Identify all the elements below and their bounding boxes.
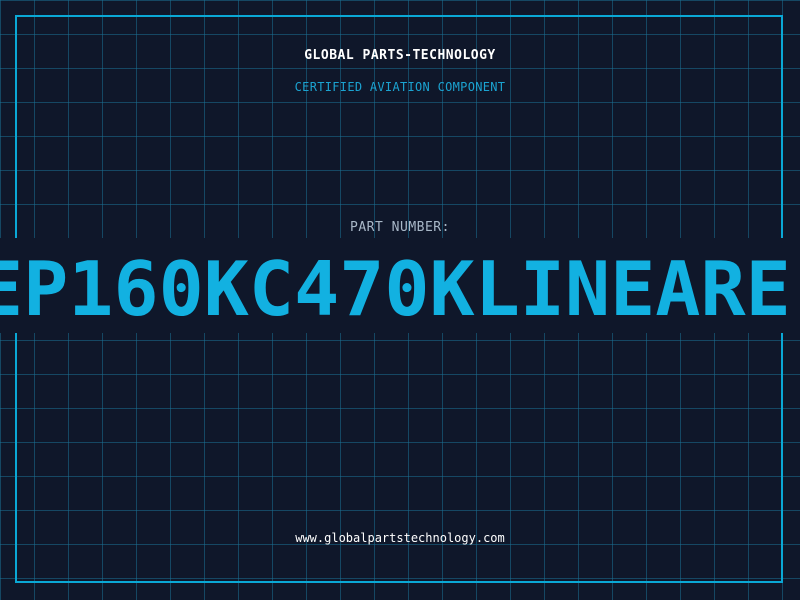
part-number-band: EP160KC470KLINEARE bbox=[0, 238, 800, 333]
company-name: GLOBAL PARTS-TECHNOLOGY bbox=[304, 48, 496, 63]
website-url: www.globalpartstechnology.com bbox=[295, 531, 505, 545]
part-number-value: EP160KC470KLINEARE bbox=[0, 245, 791, 333]
part-number-label: PART NUMBER: bbox=[350, 220, 450, 235]
certification-subtitle: CERTIFIED AVIATION COMPONENT bbox=[294, 80, 506, 94]
